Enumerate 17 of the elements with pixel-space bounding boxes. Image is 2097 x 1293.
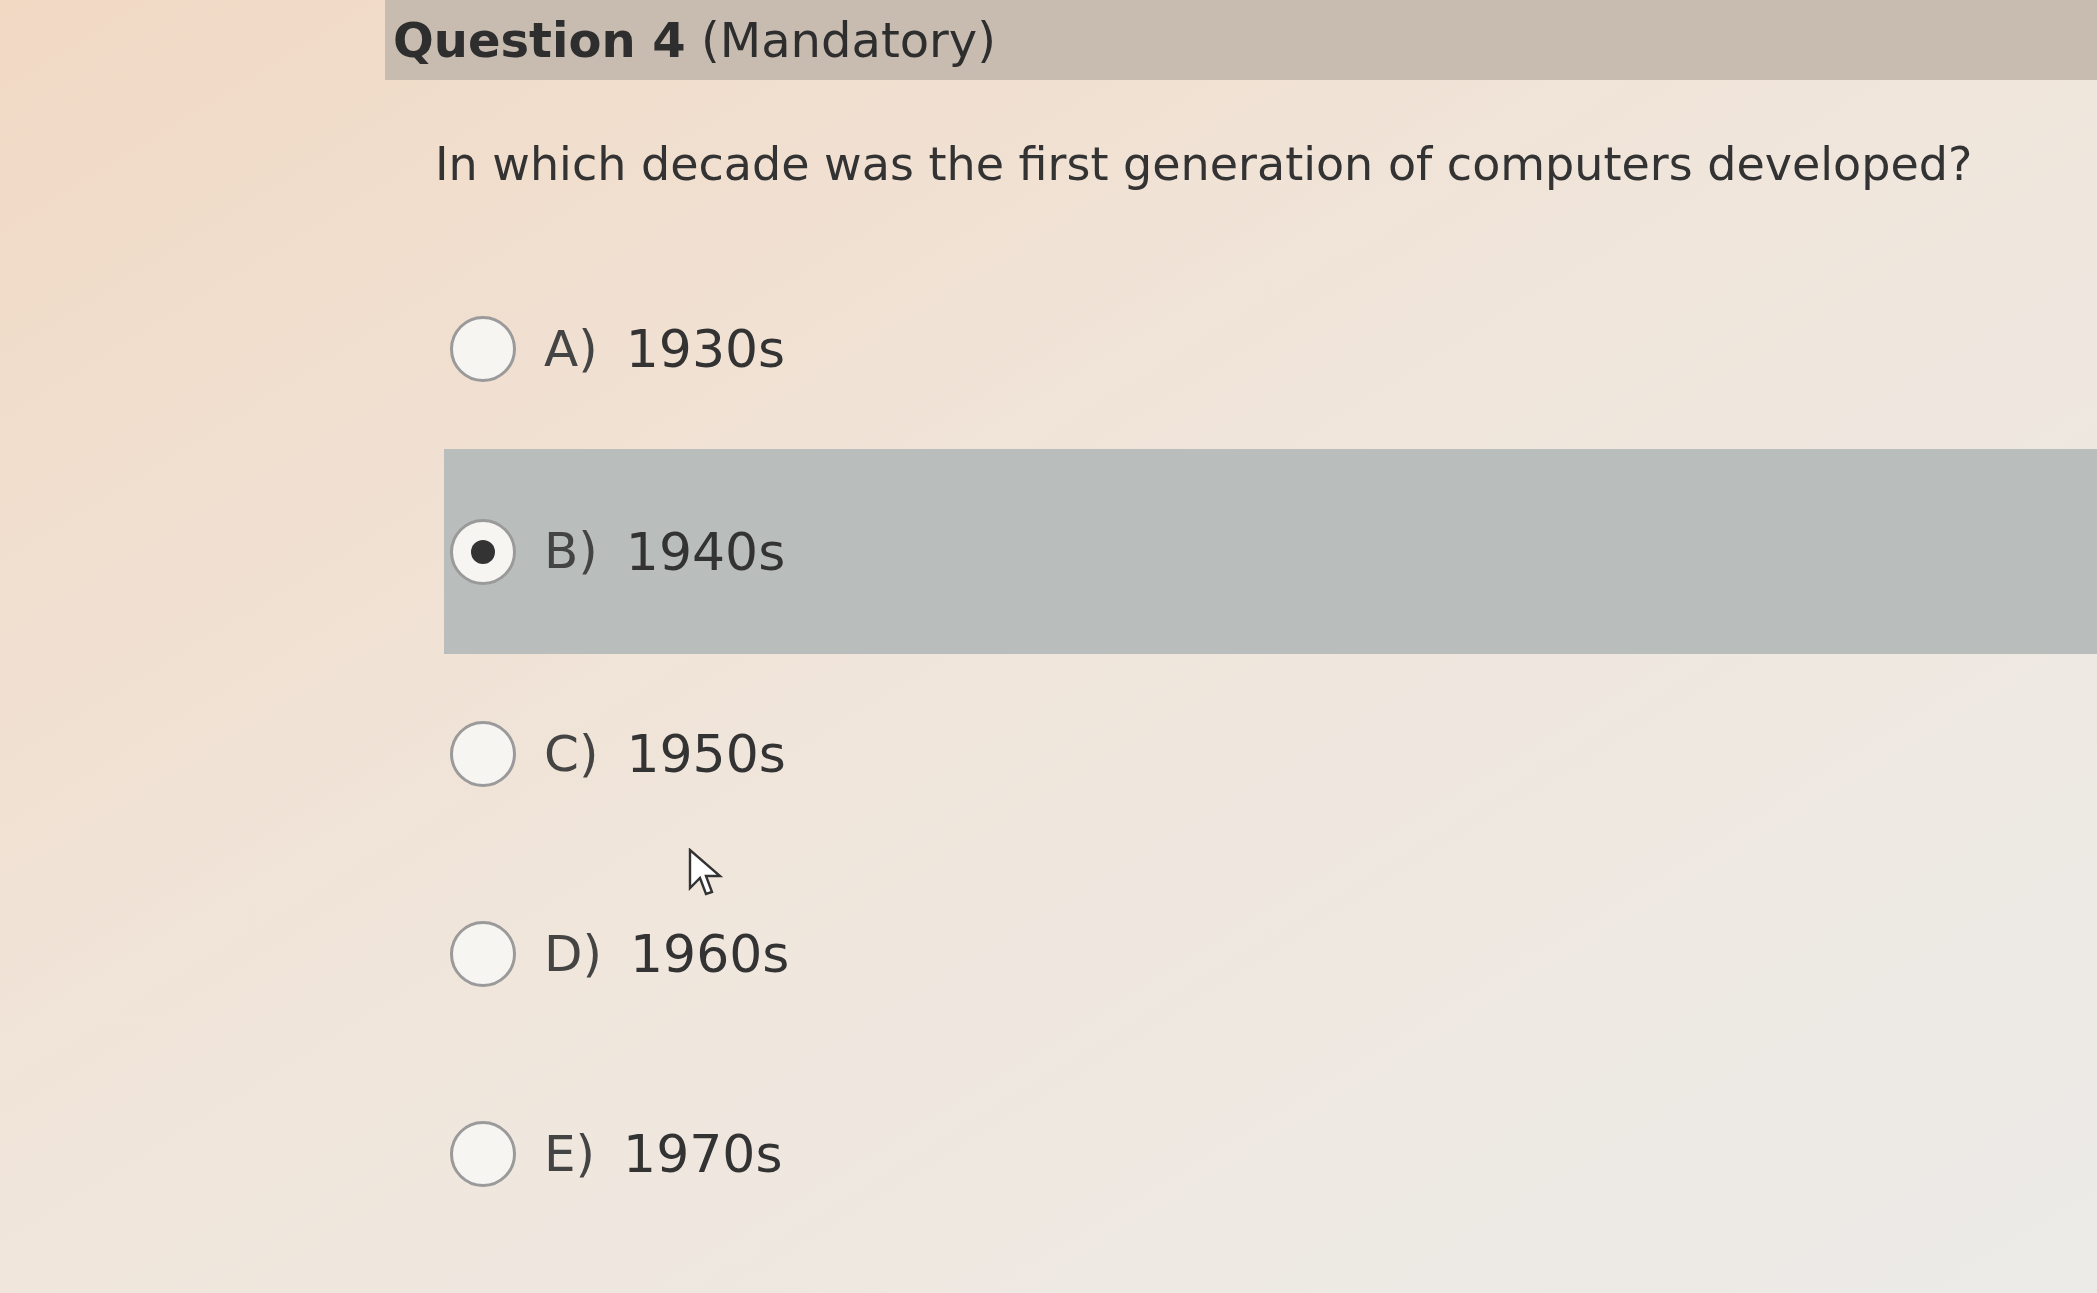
question-text: In which decade was the first generation of computers developed? [435,136,1974,193]
option-label: 1950s [626,723,786,786]
answer-option[interactable]: D) 1960s [444,854,2097,1054]
option-letter: B) [544,521,598,582]
option-letter: D) [544,923,602,985]
option-label: 1940s [625,520,786,584]
answer-option[interactable]: A) 1930s [444,249,2097,449]
answer-option[interactable]: B) 1940s [444,449,2097,654]
question-header: Question 4 (Mandatory) [385,0,2097,80]
option-label: 1960s [630,923,790,986]
answer-option[interactable]: C) 1950s [444,654,2097,854]
option-letter: C) [544,723,599,785]
option-letter: A) [544,318,598,380]
answer-option[interactable]: E) 1970s [444,1054,2097,1254]
option-label: 1970s [623,1123,783,1186]
option-letter: E) [544,1123,596,1185]
option-label: 1930s [625,318,786,381]
